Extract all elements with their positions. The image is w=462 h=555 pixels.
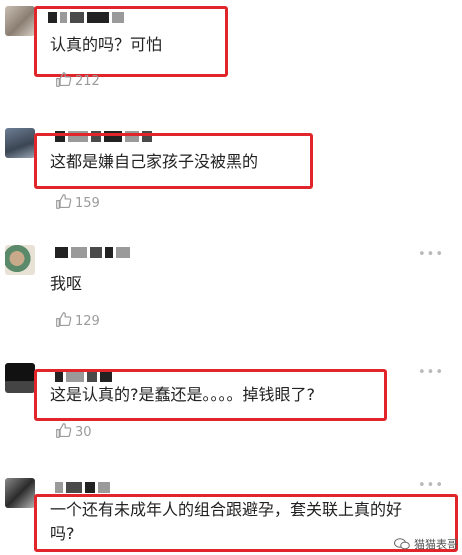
watermark-text: 猫猫表哥 [414,538,458,551]
comment-item: ••• 一个还有未成年人的组合跟避孕，套关联上真的好 吗? [0,460,462,555]
avatar[interactable] [5,6,35,36]
like-button[interactable]: 129 [55,311,100,332]
like-button[interactable]: 30 [55,422,92,443]
username-redacted[interactable] [55,247,130,258]
like-button[interactable]: 212 [55,71,100,92]
username-redacted[interactable] [55,482,110,493]
comment-item: ••• 我呕 129 [0,227,462,345]
avatar[interactable] [5,478,35,508]
comment-text: 一个还有未成年人的组合跟避孕，套关联上真的好 吗? [50,498,450,546]
comment-text-line: 吗? [50,524,75,543]
thumbs-up-icon [55,193,72,214]
thumbs-up-icon [55,311,72,332]
more-dots-icon[interactable]: ••• [418,478,444,493]
like-count: 212 [75,74,100,89]
wechat-icon [394,538,410,550]
comment-text: 这都是嫌自己家孩子没被黑的 [50,152,259,171]
like-count: 30 [75,425,92,440]
comment-text: 我呕 [50,274,83,293]
comment-text: 这是认真的?是蠢还是。。。。掉钱眼了? [50,385,315,404]
like-count: 129 [75,314,100,329]
more-dots-icon[interactable]: ••• [418,247,444,262]
comment-item: ••• 这是认真的?是蠢还是。。。。掉钱眼了? 30 [0,345,462,460]
thumbs-up-icon [55,71,72,92]
avatar[interactable] [5,363,35,393]
avatar[interactable] [5,128,35,158]
thumbs-up-icon [55,422,72,443]
watermark: 猫猫表哥 [394,536,458,552]
more-dots-icon[interactable]: ••• [418,365,444,380]
like-count: 159 [75,196,100,211]
like-button[interactable]: 159 [55,193,100,214]
comment-item: 这都是嫌自己家孩子没被黑的 159 [0,112,462,227]
comment-text-line: 一个还有未成年人的组合跟避孕，套关联上真的好 [50,500,403,519]
comment-text: 认真的吗？可怕 [50,35,163,54]
comment-item: 认真的吗？可怕 212 [0,0,462,112]
avatar[interactable] [5,245,35,275]
